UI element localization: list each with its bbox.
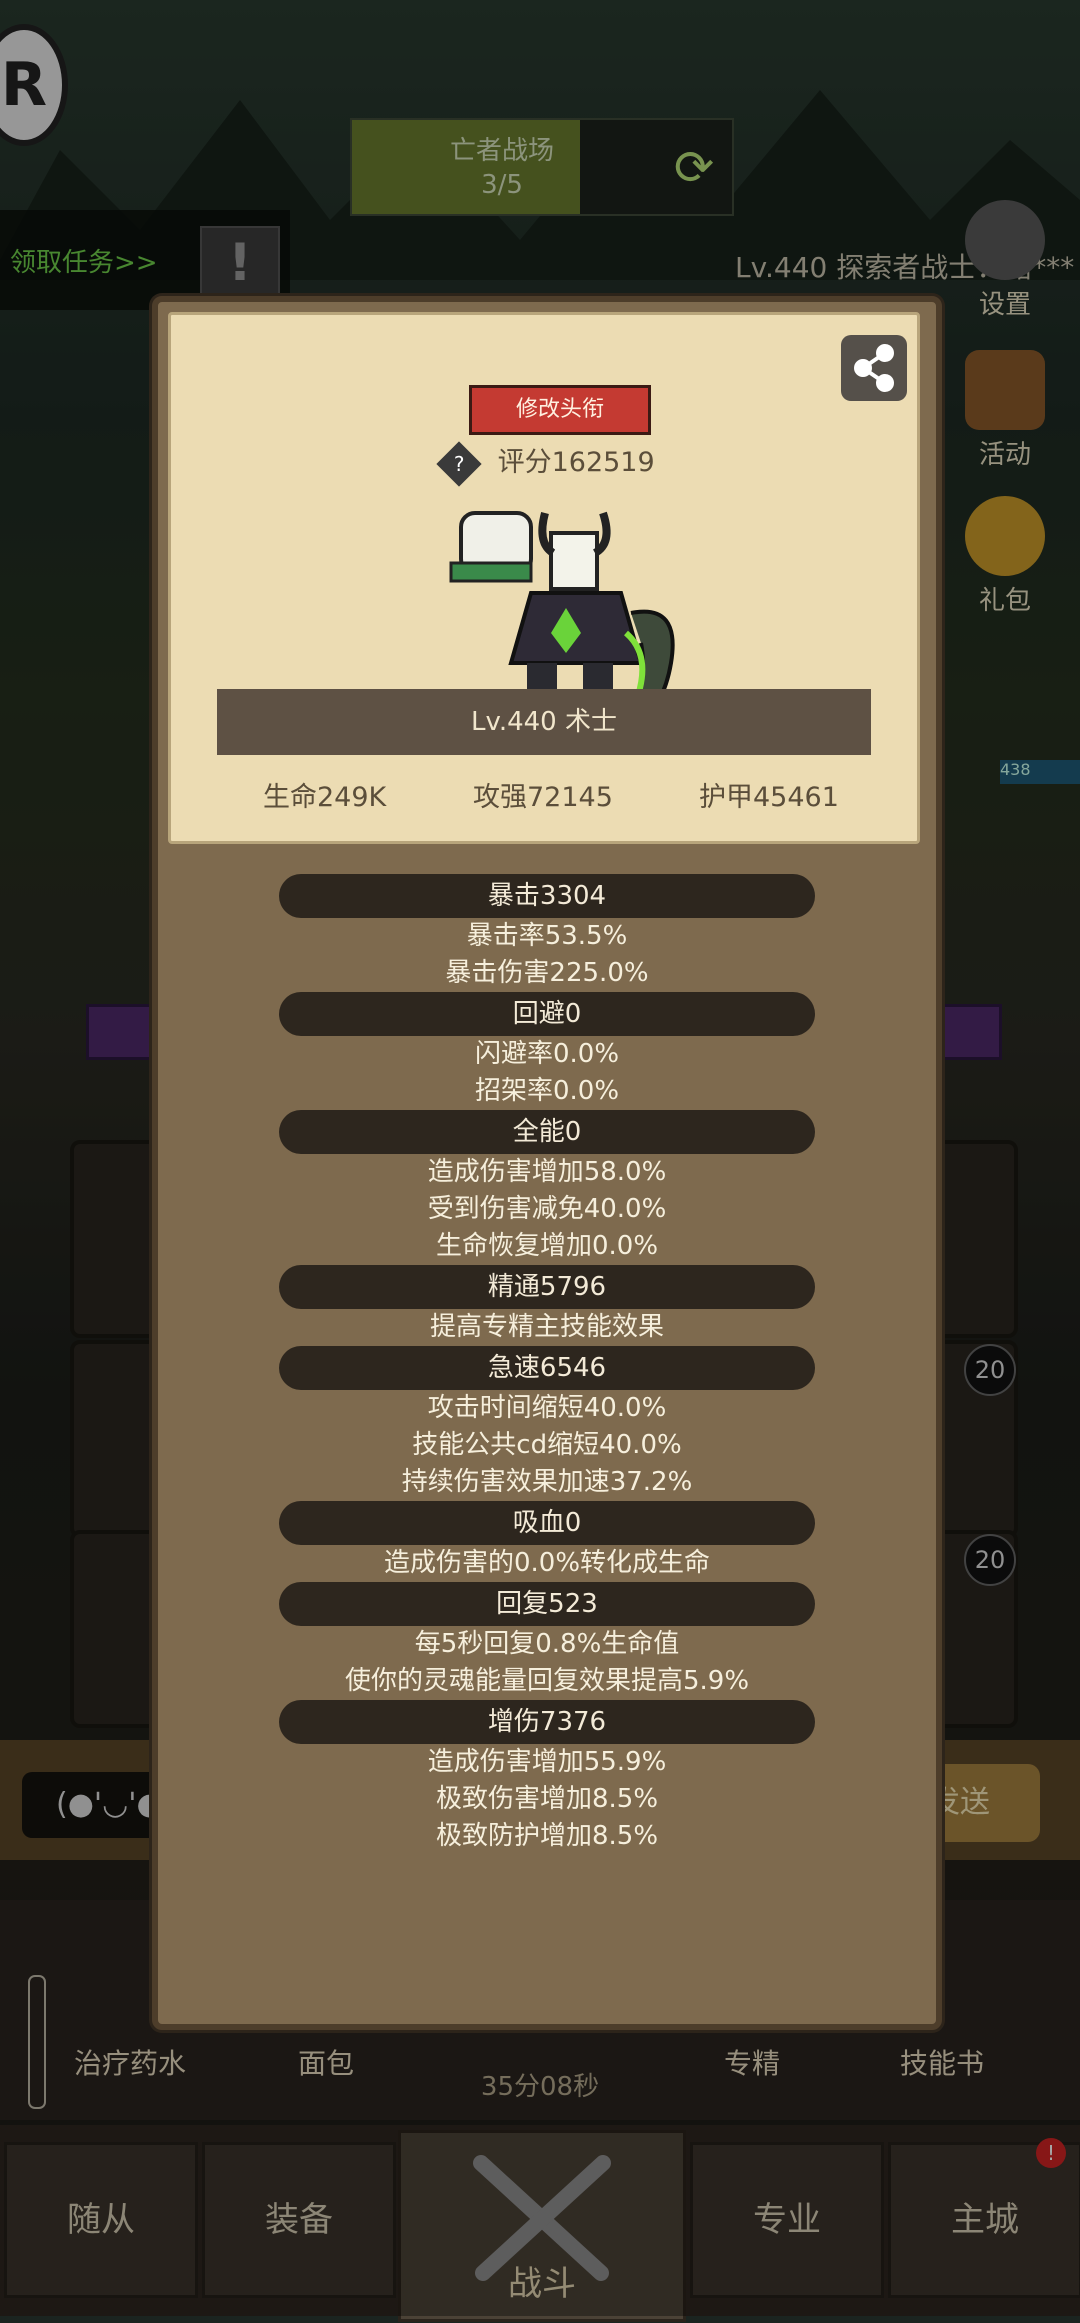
stat-group-header: 全能0: [279, 1110, 815, 1154]
stat-detail-line: 持续伤害效果加速37.2%: [401, 1467, 693, 1497]
stat-detail-line: 极致防护增加8.5%: [435, 1821, 659, 1851]
score-row: ? 评分162519: [436, 440, 655, 487]
character-card: 修改头衔 ? 评分162519 Lv.440 术士 生命249K 攻强72145…: [168, 312, 920, 844]
stat-group: 回避0 闪避率0.0% 招架率0.0%: [158, 992, 936, 1110]
stat-detail-line: 极致伤害增加8.5%: [435, 1784, 659, 1814]
stat-detail-line: 提高专精主技能效果: [429, 1312, 664, 1342]
help-icon[interactable]: ?: [436, 440, 482, 487]
stat-group-header: 吸血0: [279, 1501, 815, 1545]
stat-detail-line: 招架率0.0%: [474, 1076, 620, 1106]
stat-group: 全能0 造成伤害增加58.0% 受到伤害减免40.0% 生命恢复增加0.0%: [158, 1110, 936, 1265]
stat-group-header: 增伤7376: [279, 1700, 815, 1744]
stat-group: 回复523 每5秒回复0.8%生命值使你的灵魂能量回复效果提高5.9%: [158, 1582, 936, 1700]
stat-detail-line: 技能公共cd缩短40.0%: [412, 1430, 682, 1460]
share-icon: [854, 344, 894, 392]
stat-detail-line: 暴击率53.5%: [466, 921, 628, 951]
stat-group: 急速6546 攻击时间缩短40.0% 技能公共cd缩短40.0% 持续伤害效果加速37…: [158, 1346, 936, 1501]
stat-detail-line: 生命恢复增加0.0%: [435, 1231, 659, 1261]
stat-group-header: 急速6546: [279, 1346, 815, 1390]
stat-group-header: 回复523: [279, 1582, 815, 1626]
stat-detail-line: 使你的灵魂能量回复效果提高5.9%: [344, 1666, 750, 1696]
stat-detail-line: 每5秒回复0.8%生命值: [414, 1629, 680, 1659]
stat-group-header: 暴击3304: [279, 874, 815, 918]
stat-group: 吸血0 造成伤害的0.0%转化成生命: [158, 1501, 936, 1582]
attack-stat: 攻强72145: [473, 782, 613, 813]
character-name-banner: Lv.440 术士: [217, 689, 871, 755]
stat-group: 增伤7376 造成伤害增加55.9% 极致伤害增加8.5% 极致防护增加8.5%: [158, 1700, 936, 1855]
stat-group-header: 回避0: [279, 992, 815, 1036]
stat-details-list[interactable]: 暴击3304 暴击率53.5% 暴击伤害225.0% 回避0 闪避率0.0% 招架率0.0…: [158, 874, 936, 1855]
character-stats-modal: 修改头衔 ? 评分162519 Lv.440 术士 生命249K 攻强72145…: [152, 296, 942, 2030]
stat-group: 暴击3304 暴击率53.5% 暴击伤害225.0%: [158, 874, 936, 992]
stat-detail-line: 暴击伤害225.0%: [445, 958, 649, 988]
core-stats-row: 生命249K 攻强72145 护甲45461: [171, 775, 917, 815]
stat-group-header: 精通5796: [279, 1265, 815, 1309]
share-button[interactable]: [841, 335, 907, 401]
stat-group: 精通5796 提高专精主技能效果: [158, 1265, 936, 1346]
stat-detail-line: 造成伤害的0.0%转化成生命: [383, 1548, 711, 1578]
stat-detail-line: 受到伤害减免40.0%: [427, 1194, 667, 1224]
armor-stat: 护甲45461: [699, 782, 839, 813]
stat-detail-line: 造成伤害增加55.9%: [427, 1747, 667, 1777]
stat-detail-line: 闪避率0.0%: [474, 1039, 620, 1069]
modify-title-button[interactable]: 修改头衔: [469, 385, 651, 435]
stat-detail-line: 攻击时间缩短40.0%: [427, 1393, 667, 1423]
stat-detail-line: 造成伤害增加58.0%: [427, 1157, 667, 1187]
hp-stat: 生命249K: [263, 782, 387, 813]
score-text: 评分162519: [497, 447, 655, 478]
